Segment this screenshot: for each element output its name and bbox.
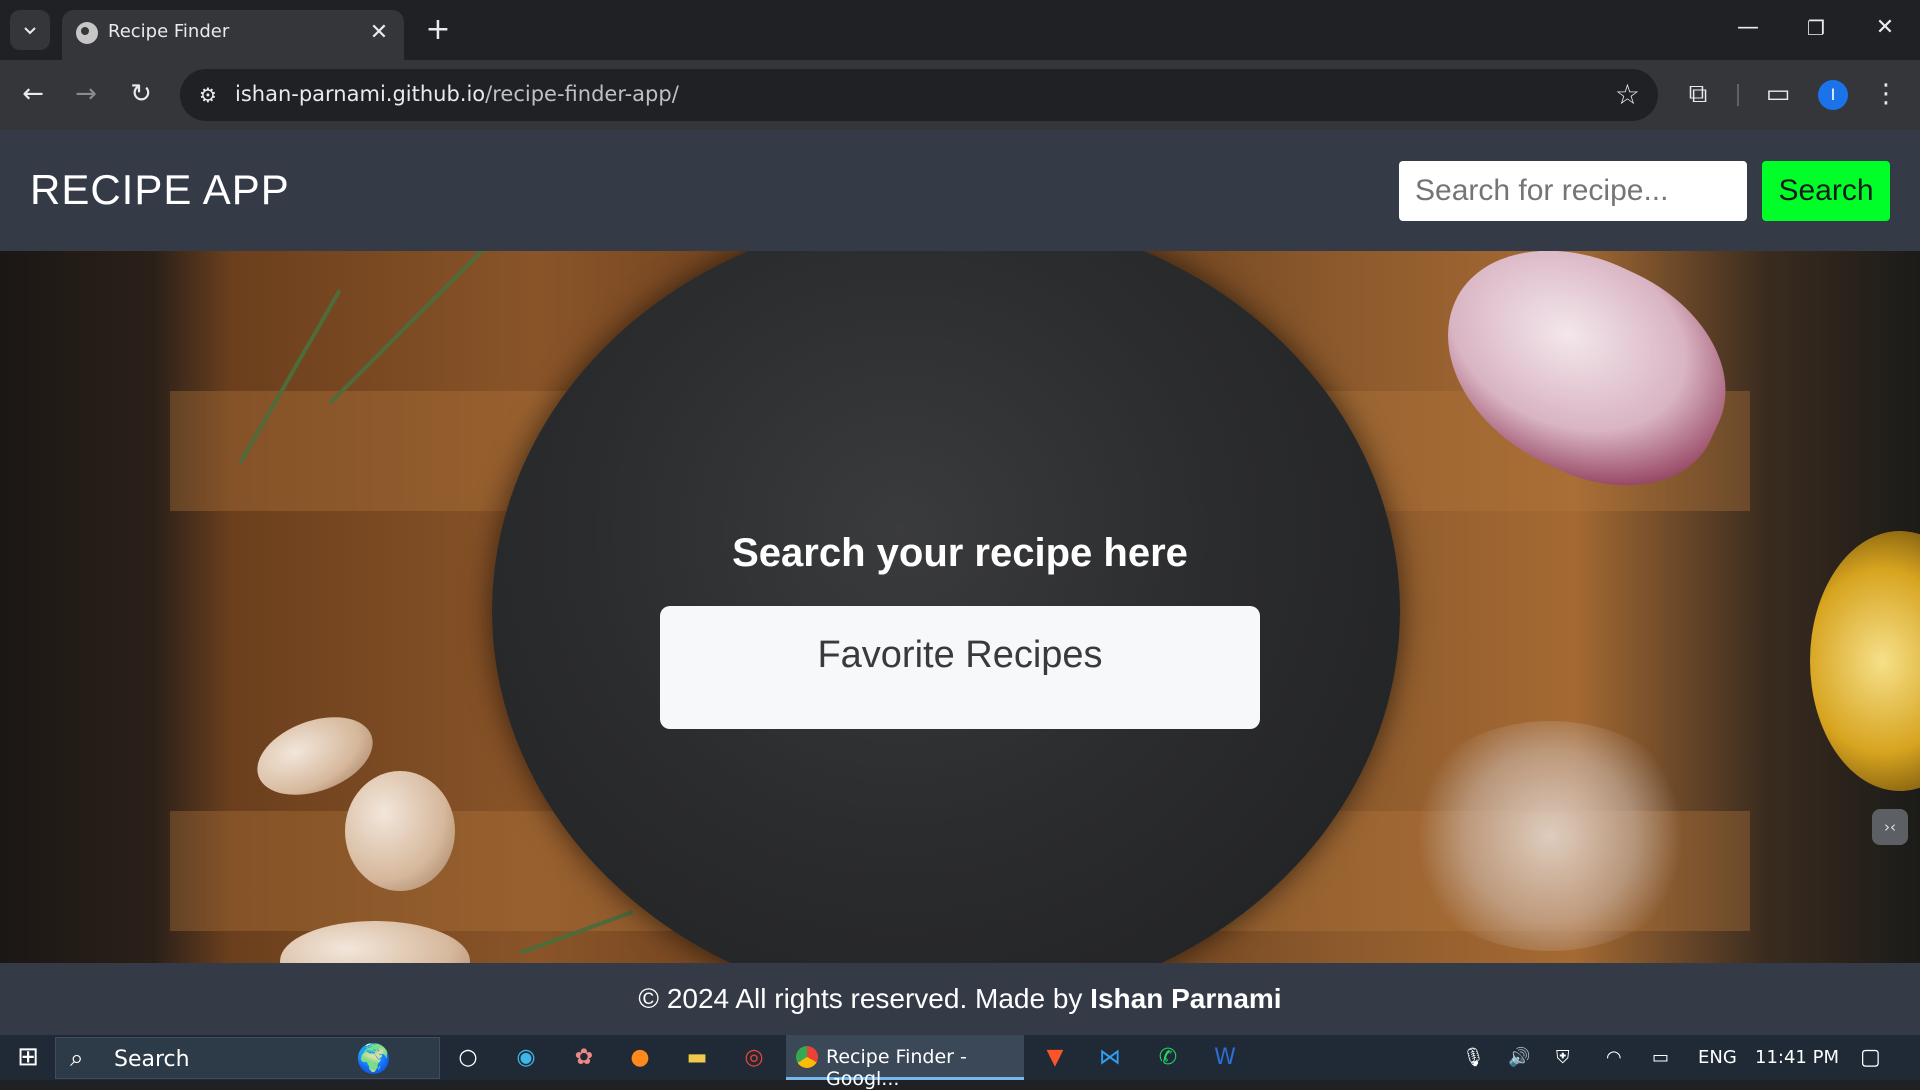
taskbar-search-box[interactable]: ⌕ Search 🌍 — [55, 1037, 440, 1079]
security-shield-icon[interactable]: ⛨ — [1556, 1035, 1570, 1080]
wifi-icon[interactable]: ◠ — [1606, 1035, 1622, 1080]
battery-icon[interactable]: ▭ — [1652, 1035, 1669, 1080]
star-icon[interactable]: ☆ — [1615, 77, 1640, 113]
arrow-left-icon: ← — [22, 79, 44, 109]
chrome-icon[interactable]: ◎ — [734, 1039, 774, 1077]
search-icon: ⌕ — [70, 1044, 84, 1072]
new-tab-button[interactable]: + — [420, 12, 456, 48]
hero-section: Search your recipe here Favorite Recipes… — [0, 251, 1920, 963]
tab-title: Recipe Finder — [108, 21, 230, 42]
web-page: RECIPE APP Search Search your recipe her… — [0, 130, 1920, 1035]
favorite-recipes-button[interactable]: Favorite Recipes — [660, 606, 1260, 729]
browser-tabstrip: Recipe Finder ✕ + — ❐ ✕ — [0, 0, 1920, 60]
salt-image — [1400, 721, 1700, 951]
url-text[interactable]: ishan-parnami.github.io/recipe-finder-ap… — [235, 82, 679, 106]
close-icon[interactable]: ✕ — [364, 18, 394, 48]
chrome-icon — [796, 1046, 818, 1068]
restore-button[interactable]: ❐ — [1786, 8, 1846, 48]
whatsapp-icon[interactable]: ✆ — [1148, 1039, 1188, 1077]
url-host: ishan-parnami.github.io — [235, 82, 486, 106]
word-icon[interactable]: W — [1205, 1039, 1245, 1077]
search-button[interactable]: Search — [1762, 161, 1890, 221]
rosemary-sprig — [328, 251, 487, 405]
browser-toolbar: ← → ↻ ⚙ ishan-parnami.github.io/recipe-f… — [0, 60, 1920, 130]
vscode-icon[interactable]: ⋈ — [1090, 1039, 1130, 1077]
site-logo: RECIPE APP — [30, 166, 290, 213]
taskbar-active-chrome-window[interactable]: Recipe Finder - Googl... — [786, 1035, 1024, 1090]
puzzle-icon[interactable]: ⧉ — [1678, 76, 1718, 112]
chevron-down-icon — [24, 27, 36, 35]
site-info-icon[interactable]: ⚙ — [194, 81, 222, 109]
footer-copyright: © 2024 All rights reserved. Made by — [638, 983, 1091, 1014]
arrow-right-icon: → — [75, 79, 97, 109]
hero-title: Search your recipe here — [732, 531, 1188, 575]
footer-author: Ishan Parnami — [1090, 983, 1282, 1014]
microphone-icon[interactable]: 🎙 — [1462, 1035, 1485, 1080]
firefox-icon[interactable]: ● — [620, 1039, 660, 1077]
volume-icon[interactable]: 🔊 — [1508, 1035, 1530, 1080]
clock[interactable]: 11:41 PM — [1755, 1035, 1839, 1080]
notification-icon[interactable]: ▢ — [1860, 1035, 1881, 1080]
brave-icon[interactable]: ▼ — [1035, 1039, 1075, 1077]
globe-icon — [76, 22, 98, 44]
taskbar-window-label: Recipe Finder - Googl... — [826, 1046, 967, 1090]
reload-icon: ↻ — [130, 79, 152, 109]
back-button[interactable]: ← — [13, 74, 53, 114]
tab-search-button[interactable] — [10, 10, 50, 50]
minimize-button[interactable]: — — [1718, 8, 1778, 48]
task-view-icon[interactable]: ○ — [448, 1039, 488, 1077]
site-header: RECIPE APP Search — [0, 130, 1920, 251]
windows-start-icon[interactable]: ⊞ — [8, 1035, 48, 1080]
language-indicator[interactable]: ENG — [1698, 1035, 1737, 1080]
browser-tab[interactable]: Recipe Finder ✕ — [62, 10, 404, 60]
recipe-search-input[interactable] — [1399, 161, 1747, 221]
globe-icon: 🌍 — [356, 1042, 391, 1075]
file-explorer-icon[interactable]: ▬ — [677, 1039, 717, 1077]
site-footer: © 2024 All rights reserved. Made by Isha… — [0, 963, 1920, 1035]
plus-icon: + — [425, 12, 451, 47]
url-path: /recipe-finder-app/ — [485, 82, 679, 106]
window-close-button[interactable]: ✕ — [1855, 8, 1915, 48]
taskbar-search-label: Search — [114, 1047, 190, 1072]
paint-icon[interactable]: ✿ — [564, 1039, 604, 1077]
profile-avatar[interactable]: I — [1818, 80, 1848, 110]
garlic-clove-image — [345, 771, 455, 891]
toolbar-divider — [1737, 84, 1739, 106]
forward-button[interactable]: → — [66, 74, 106, 114]
reload-button[interactable]: ↻ — [121, 74, 161, 114]
cast-icon[interactable]: ▭ — [1758, 76, 1798, 112]
kebab-menu-icon[interactable]: ⋮ — [1866, 76, 1906, 112]
address-bar[interactable]: ⚙ ishan-parnami.github.io/recipe-finder-… — [180, 69, 1658, 121]
side-panel-toggle-icon[interactable]: ›‹ — [1872, 809, 1908, 845]
edge-icon[interactable]: ◉ — [506, 1039, 546, 1077]
windows-taskbar: ⊞ ⌕ Search 🌍 ○ ◉ ✿ ● ▬ ◎ Recipe Finder -… — [0, 1035, 1920, 1090]
